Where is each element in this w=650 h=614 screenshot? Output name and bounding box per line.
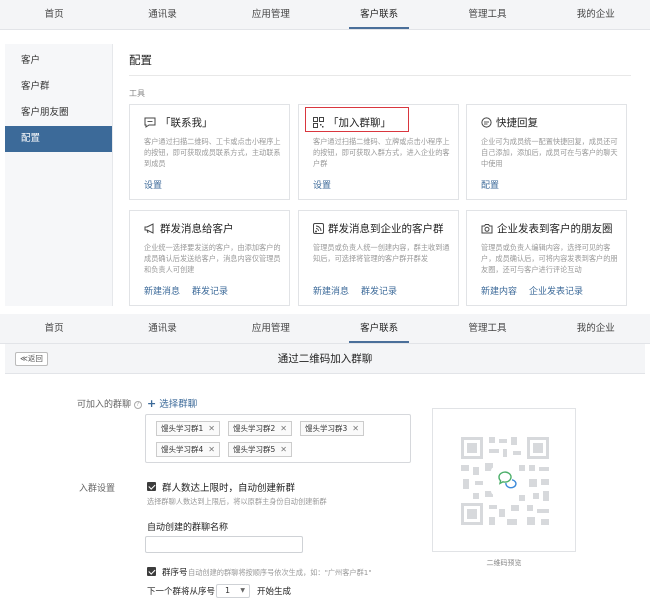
sidebar-item-config[interactable]: 配置 bbox=[5, 126, 112, 152]
camera-icon bbox=[481, 223, 493, 234]
tab-management-tools[interactable]: 管理工具 bbox=[433, 314, 541, 343]
mass-record-link[interactable]: 群发记录 bbox=[361, 284, 397, 297]
card-description: 客户通过扫描二维码、工卡或点击小程序上的按钮，即可获取成员联系方式，主动联系到成… bbox=[144, 136, 282, 170]
config-panel: 配置 工具 「联系我」 客户通过扫描二维码、工卡或点击小程序上的按钮，即可获取成… bbox=[113, 44, 645, 306]
mass-record-link[interactable]: 群发记录 bbox=[192, 284, 228, 297]
new-message-link[interactable]: 新建消息 bbox=[144, 284, 180, 297]
broadcast-icon bbox=[313, 223, 324, 234]
next-serial-prefix: 下一个群将从序号 bbox=[147, 585, 215, 597]
auto-create-checkbox[interactable] bbox=[147, 482, 156, 491]
page-title: 配置 bbox=[129, 52, 152, 68]
chat-icon bbox=[144, 117, 156, 128]
section-label: 工具 bbox=[129, 88, 145, 99]
new-message-link[interactable]: 新建消息 bbox=[313, 284, 349, 297]
chevron-down-icon: ▼ bbox=[240, 585, 245, 597]
auto-create-hint: 选择群聊人数达到上限后，将以原群主身份自动创建新群 bbox=[147, 497, 327, 507]
new-content-link[interactable]: 新建内容 bbox=[481, 284, 517, 297]
serial-number-select[interactable]: 1▼ bbox=[216, 584, 250, 598]
detail-header: 通过二维码加入群聊 ≪返回 bbox=[5, 344, 645, 374]
megaphone-icon bbox=[144, 223, 156, 234]
group-tag: 馒头学习群2✕ bbox=[228, 421, 292, 436]
tab-customer-contact[interactable]: 客户联系 bbox=[325, 0, 433, 29]
qr-caption: 二维码预览 bbox=[432, 558, 576, 568]
sidebar: 客户 客户群 客户朋友圈 配置 bbox=[5, 44, 113, 306]
close-icon[interactable]: ✕ bbox=[352, 422, 359, 435]
card-enterprise-moments: 企业发表到客户的朋友圈 管理员或负责人编辑内容，选择可见的客户，成员确认后，可将… bbox=[466, 210, 627, 306]
selected-groups-box: 馒头学习群1✕ 馒头学习群2✕ 馒头学习群3✕ 馒头学习群4✕ 馒头学习群5✕ bbox=[145, 414, 411, 463]
card-title: 「联系我」 bbox=[160, 115, 213, 130]
highlight-box bbox=[305, 107, 409, 132]
group-tag: 馒头学习群3✕ bbox=[300, 421, 364, 436]
sidebar-item-customers[interactable]: 客户 bbox=[5, 48, 112, 74]
card-description: 企业可为成员统一配置快捷回复，成员还可自己添加，添加后，成员可在与客户的聊天中使… bbox=[481, 136, 619, 170]
tab-contacts[interactable]: 通讯录 bbox=[108, 314, 216, 343]
card-description: 管理员或负责人编辑内容，选择可见的客户，成员确认后，可将内容发表到客户的朋友圈，… bbox=[481, 242, 619, 276]
publish-record-link[interactable]: 企业发表记录 bbox=[529, 284, 583, 297]
card-description: 企业统一选择要发送的客户，由添加客户的成员确认后发送给客户，消息内容仅管理员和负… bbox=[144, 242, 282, 276]
card-title: 快捷回复 bbox=[496, 115, 538, 130]
serial-checkbox[interactable] bbox=[147, 567, 156, 576]
quick-reply-icon bbox=[481, 117, 492, 128]
card-description: 管理员或负责人统一创建内容，群主收到通知后，可选择将管理的客户群开群发 bbox=[313, 242, 451, 276]
divider bbox=[129, 75, 631, 76]
back-button[interactable]: ≪返回 bbox=[15, 352, 48, 366]
join-settings-label: 入群设置 bbox=[79, 481, 115, 494]
detail-title: 通过二维码加入群聊 bbox=[5, 344, 645, 374]
setup-link[interactable]: 设置 bbox=[313, 178, 331, 191]
card-mass-message-groups: 群发消息到企业的客户群 管理员或负责人统一创建内容，群主收到通知后，可选择将管理… bbox=[298, 210, 459, 306]
group-tag: 馒头学习群4✕ bbox=[156, 442, 220, 457]
auto-name-label: 自动创建的群聊名称 bbox=[147, 520, 228, 533]
tab-home[interactable]: 首页 bbox=[0, 314, 108, 343]
auto-create-label: 群人数达上限时，自动创建新群 bbox=[162, 480, 295, 494]
qrcode-image bbox=[433, 409, 577, 553]
help-icon[interactable]: ? bbox=[134, 401, 142, 409]
configure-link[interactable]: 配置 bbox=[481, 178, 499, 191]
close-icon[interactable]: ✕ bbox=[208, 422, 215, 435]
card-title: 群发消息到企业的客户群 bbox=[328, 221, 444, 236]
close-icon[interactable]: ✕ bbox=[280, 443, 287, 456]
tab-app-management[interactable]: 应用管理 bbox=[217, 0, 325, 29]
card-mass-message-customers: 群发消息给客户 企业统一选择要发送的客户，由添加客户的成员确认后发送给客户，消息… bbox=[129, 210, 290, 306]
top-nav: 首页 通讯录 应用管理 客户联系 管理工具 我的企业 bbox=[0, 0, 650, 30]
card-quick-reply: 快捷回复 企业可为成员统一配置快捷回复，成员还可自己添加，添加后，成员可在与客户… bbox=[466, 104, 627, 200]
tab-contacts[interactable]: 通讯录 bbox=[108, 0, 216, 29]
tab-app-management[interactable]: 应用管理 bbox=[217, 314, 325, 343]
card-description: 客户通过扫描二维码、立牌或点击小程序上的按钮，即可获取入群方式，进入企业的客户群 bbox=[313, 136, 451, 170]
sidebar-item-customer-groups[interactable]: 客户群 bbox=[5, 74, 112, 100]
next-serial-suffix: 开始生成 bbox=[257, 585, 291, 597]
tab-home[interactable]: 首页 bbox=[0, 0, 108, 29]
group-tag: 馒头学习群5✕ bbox=[228, 442, 292, 457]
tab-my-enterprise[interactable]: 我的企业 bbox=[542, 314, 650, 343]
serial-label: 群序号 bbox=[162, 566, 188, 578]
tab-customer-contact[interactable]: 客户联系 bbox=[325, 314, 433, 343]
add-group-button[interactable]: + 选择群聊 bbox=[147, 396, 197, 410]
close-icon[interactable]: ✕ bbox=[280, 422, 287, 435]
top-nav-secondary: 首页 通讯录 应用管理 客户联系 管理工具 我的企业 bbox=[0, 314, 650, 344]
join-group-detail: 通过二维码加入群聊 ≪返回 可加入的群聊 ? + 选择群聊 馒头学习群1✕ 馒头… bbox=[5, 344, 645, 614]
sidebar-item-moments[interactable]: 客户朋友圈 bbox=[5, 100, 112, 126]
card-contact-me: 「联系我」 客户通过扫描二维码、工卡或点击小程序上的按钮，即可获取成员联系方式，… bbox=[129, 104, 290, 200]
serial-hint: 自动创建的群聊将按顺序号依次生成，如："广州客户群1" bbox=[188, 568, 372, 578]
plus-icon: + bbox=[147, 397, 156, 410]
tab-management-tools[interactable]: 管理工具 bbox=[433, 0, 541, 29]
tab-my-enterprise[interactable]: 我的企业 bbox=[542, 0, 650, 29]
groups-label: 可加入的群聊 ? bbox=[77, 397, 142, 410]
card-title: 群发消息给客户 bbox=[160, 221, 234, 236]
auto-name-input[interactable] bbox=[145, 536, 303, 553]
setup-link[interactable]: 设置 bbox=[144, 178, 162, 191]
group-tag: 馒头学习群1✕ bbox=[156, 421, 220, 436]
close-icon[interactable]: ✕ bbox=[208, 443, 215, 456]
qr-preview bbox=[432, 408, 576, 552]
card-title: 企业发表到客户的朋友圈 bbox=[497, 221, 613, 236]
